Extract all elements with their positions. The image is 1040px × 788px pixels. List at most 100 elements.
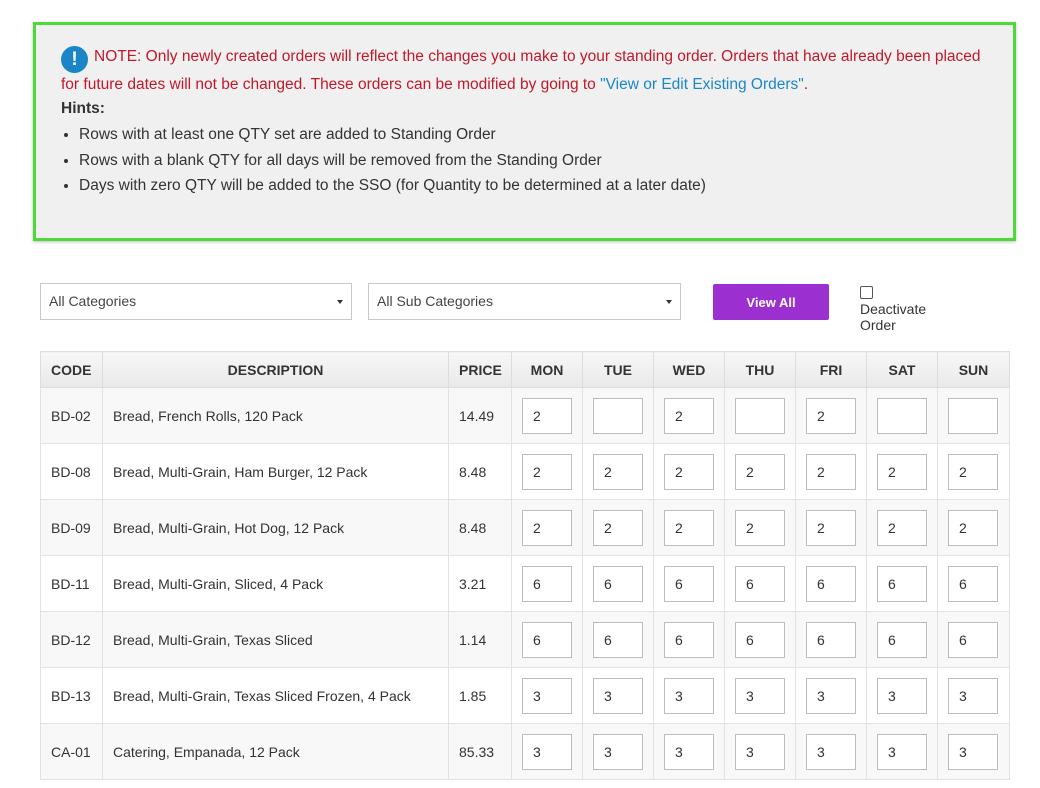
qty-cell-fri: 2 (795, 387, 867, 444)
product-price: 1.85 (448, 667, 512, 724)
qty-input-thu[interactable]: 3 (735, 733, 785, 770)
qty-input-mon[interactable]: 3 (522, 677, 572, 714)
qty-cell-sat (866, 387, 938, 444)
qty-cell-mon: 3 (511, 723, 583, 780)
qty-input-fri[interactable]: 6 (806, 621, 856, 658)
deactivate-order-toggle[interactable]: Deactivate Order (860, 285, 926, 333)
column-header-description[interactable]: DESCRIPTION (102, 351, 449, 388)
deactivate-order-checkbox[interactable] (860, 286, 873, 299)
qty-input-tue[interactable]: 6 (593, 621, 643, 658)
qty-cell-sun: 3 (937, 723, 1010, 780)
qty-input-sat[interactable]: 2 (877, 453, 927, 490)
qty-input-thu[interactable]: 2 (735, 509, 785, 546)
qty-cell-mon: 2 (511, 387, 583, 444)
qty-input-tue[interactable]: 3 (593, 677, 643, 714)
qty-input-tue[interactable]: 6 (593, 565, 643, 602)
qty-input-sun[interactable] (948, 397, 998, 434)
qty-input-sun[interactable]: 6 (948, 565, 998, 602)
column-header-sun[interactable]: SUN (937, 351, 1010, 388)
qty-input-thu[interactable]: 6 (735, 621, 785, 658)
qty-cell-tue: 6 (582, 611, 654, 668)
qty-cell-tue: 3 (582, 723, 654, 780)
table-body: BD-02 Bread, French Rolls, 120 Pack 14.49 2… (40, 387, 1010, 780)
column-header-mon[interactable]: MON (511, 351, 583, 388)
qty-input-wed[interactable]: 6 (664, 621, 714, 658)
category-select-value: All Categories (49, 293, 137, 309)
table-row: BD-08 Bread, Multi-Grain, Ham Burger, 12 … (40, 443, 1010, 500)
qty-input-tue[interactable]: 3 (593, 733, 643, 770)
table-row: CA-01 Catering, Empanada, 12 Pack 85.33 3 3 3… (40, 723, 1010, 780)
qty-input-sun[interactable]: 3 (948, 733, 998, 770)
column-header-fri[interactable]: FRI (795, 351, 867, 388)
qty-input-fri[interactable]: 2 (806, 397, 856, 434)
qty-cell-thu (724, 387, 796, 444)
qty-input-mon[interactable]: 3 (522, 733, 572, 770)
qty-cell-wed: 6 (653, 555, 725, 612)
qty-input-mon[interactable]: 2 (522, 509, 572, 546)
qty-input-wed[interactable]: 2 (664, 397, 714, 434)
column-header-price[interactable]: PRICE (448, 351, 512, 388)
product-description: Bread, Multi-Grain, Texas Sliced (102, 611, 449, 668)
column-header-sat[interactable]: SAT (866, 351, 938, 388)
product-price: 3.21 (448, 555, 512, 612)
table-row: BD-09 Bread, Multi-Grain, Hot Dog, 12 Pac… (40, 499, 1010, 556)
qty-input-thu[interactable]: 6 (735, 565, 785, 602)
qty-cell-tue: 6 (582, 555, 654, 612)
column-header-tue[interactable]: TUE (582, 351, 654, 388)
product-price: 1.14 (448, 611, 512, 668)
qty-input-fri[interactable]: 2 (806, 453, 856, 490)
qty-input-sat[interactable]: 3 (877, 733, 927, 770)
product-description: Bread, Multi-Grain, Texas Sliced Frozen,… (102, 667, 449, 724)
column-header-thu[interactable]: THU (724, 351, 796, 388)
qty-cell-fri: 6 (795, 555, 867, 612)
category-select[interactable]: All Categories (40, 283, 352, 320)
qty-input-sun[interactable]: 2 (948, 453, 998, 490)
qty-cell-mon: 6 (511, 555, 583, 612)
qty-input-sun[interactable]: 6 (948, 621, 998, 658)
qty-input-wed[interactable]: 6 (664, 565, 714, 602)
qty-input-fri[interactable]: 3 (806, 733, 856, 770)
table-header-row: CODE DESCRIPTION PRICE MON TUE WED THU F… (40, 351, 1010, 388)
qty-input-fri[interactable]: 6 (806, 565, 856, 602)
product-price: 14.49 (448, 387, 512, 444)
qty-cell-sat: 3 (866, 723, 938, 780)
column-header-code[interactable]: CODE (40, 351, 103, 388)
qty-input-sat[interactable]: 6 (877, 621, 927, 658)
qty-input-tue[interactable] (593, 397, 643, 434)
hints-title: Hints: (61, 100, 105, 117)
qty-input-thu[interactable]: 3 (735, 677, 785, 714)
qty-cell-sun: 3 (937, 667, 1010, 724)
table-row: BD-11 Bread, Multi-Grain, Sliced, 4 Pack 3… (40, 555, 1010, 612)
standing-order-notice: ! NOTE: Only newly created orders will re… (33, 22, 1016, 241)
qty-input-thu[interactable] (735, 397, 785, 434)
qty-cell-thu: 3 (724, 723, 796, 780)
qty-cell-mon: 6 (511, 611, 583, 668)
qty-input-fri[interactable]: 2 (806, 509, 856, 546)
qty-input-tue[interactable]: 2 (593, 509, 643, 546)
qty-cell-wed: 2 (653, 443, 725, 500)
qty-input-mon[interactable]: 2 (522, 397, 572, 434)
qty-input-sat[interactable]: 6 (877, 565, 927, 602)
qty-input-sat[interactable] (877, 397, 927, 434)
qty-input-sun[interactable]: 3 (948, 677, 998, 714)
qty-input-mon[interactable]: 6 (522, 565, 572, 602)
qty-input-thu[interactable]: 2 (735, 453, 785, 490)
qty-input-sun[interactable]: 2 (948, 509, 998, 546)
qty-input-wed[interactable]: 3 (664, 677, 714, 714)
view-edit-orders-link[interactable]: "View or Edit Existing Orders" (600, 76, 804, 93)
qty-input-sat[interactable]: 3 (877, 677, 927, 714)
qty-input-wed[interactable]: 3 (664, 733, 714, 770)
column-header-wed[interactable]: WED (653, 351, 725, 388)
view-all-products-button[interactable]: View All Products (713, 284, 829, 346)
product-code: BD-02 (40, 387, 103, 444)
sub-category-select[interactable]: All Sub Categories (368, 283, 681, 320)
qty-input-mon[interactable]: 6 (522, 621, 572, 658)
standing-order-table: CODE DESCRIPTION PRICE MON TUE WED THU F… (40, 351, 1010, 780)
qty-input-wed[interactable]: 2 (664, 453, 714, 490)
qty-input-sat[interactable]: 2 (877, 509, 927, 546)
qty-input-mon[interactable]: 2 (522, 453, 572, 490)
qty-input-fri[interactable]: 3 (806, 677, 856, 714)
qty-input-wed[interactable]: 2 (664, 509, 714, 546)
qty-cell-sun: 6 (937, 611, 1010, 668)
qty-input-tue[interactable]: 2 (593, 453, 643, 490)
